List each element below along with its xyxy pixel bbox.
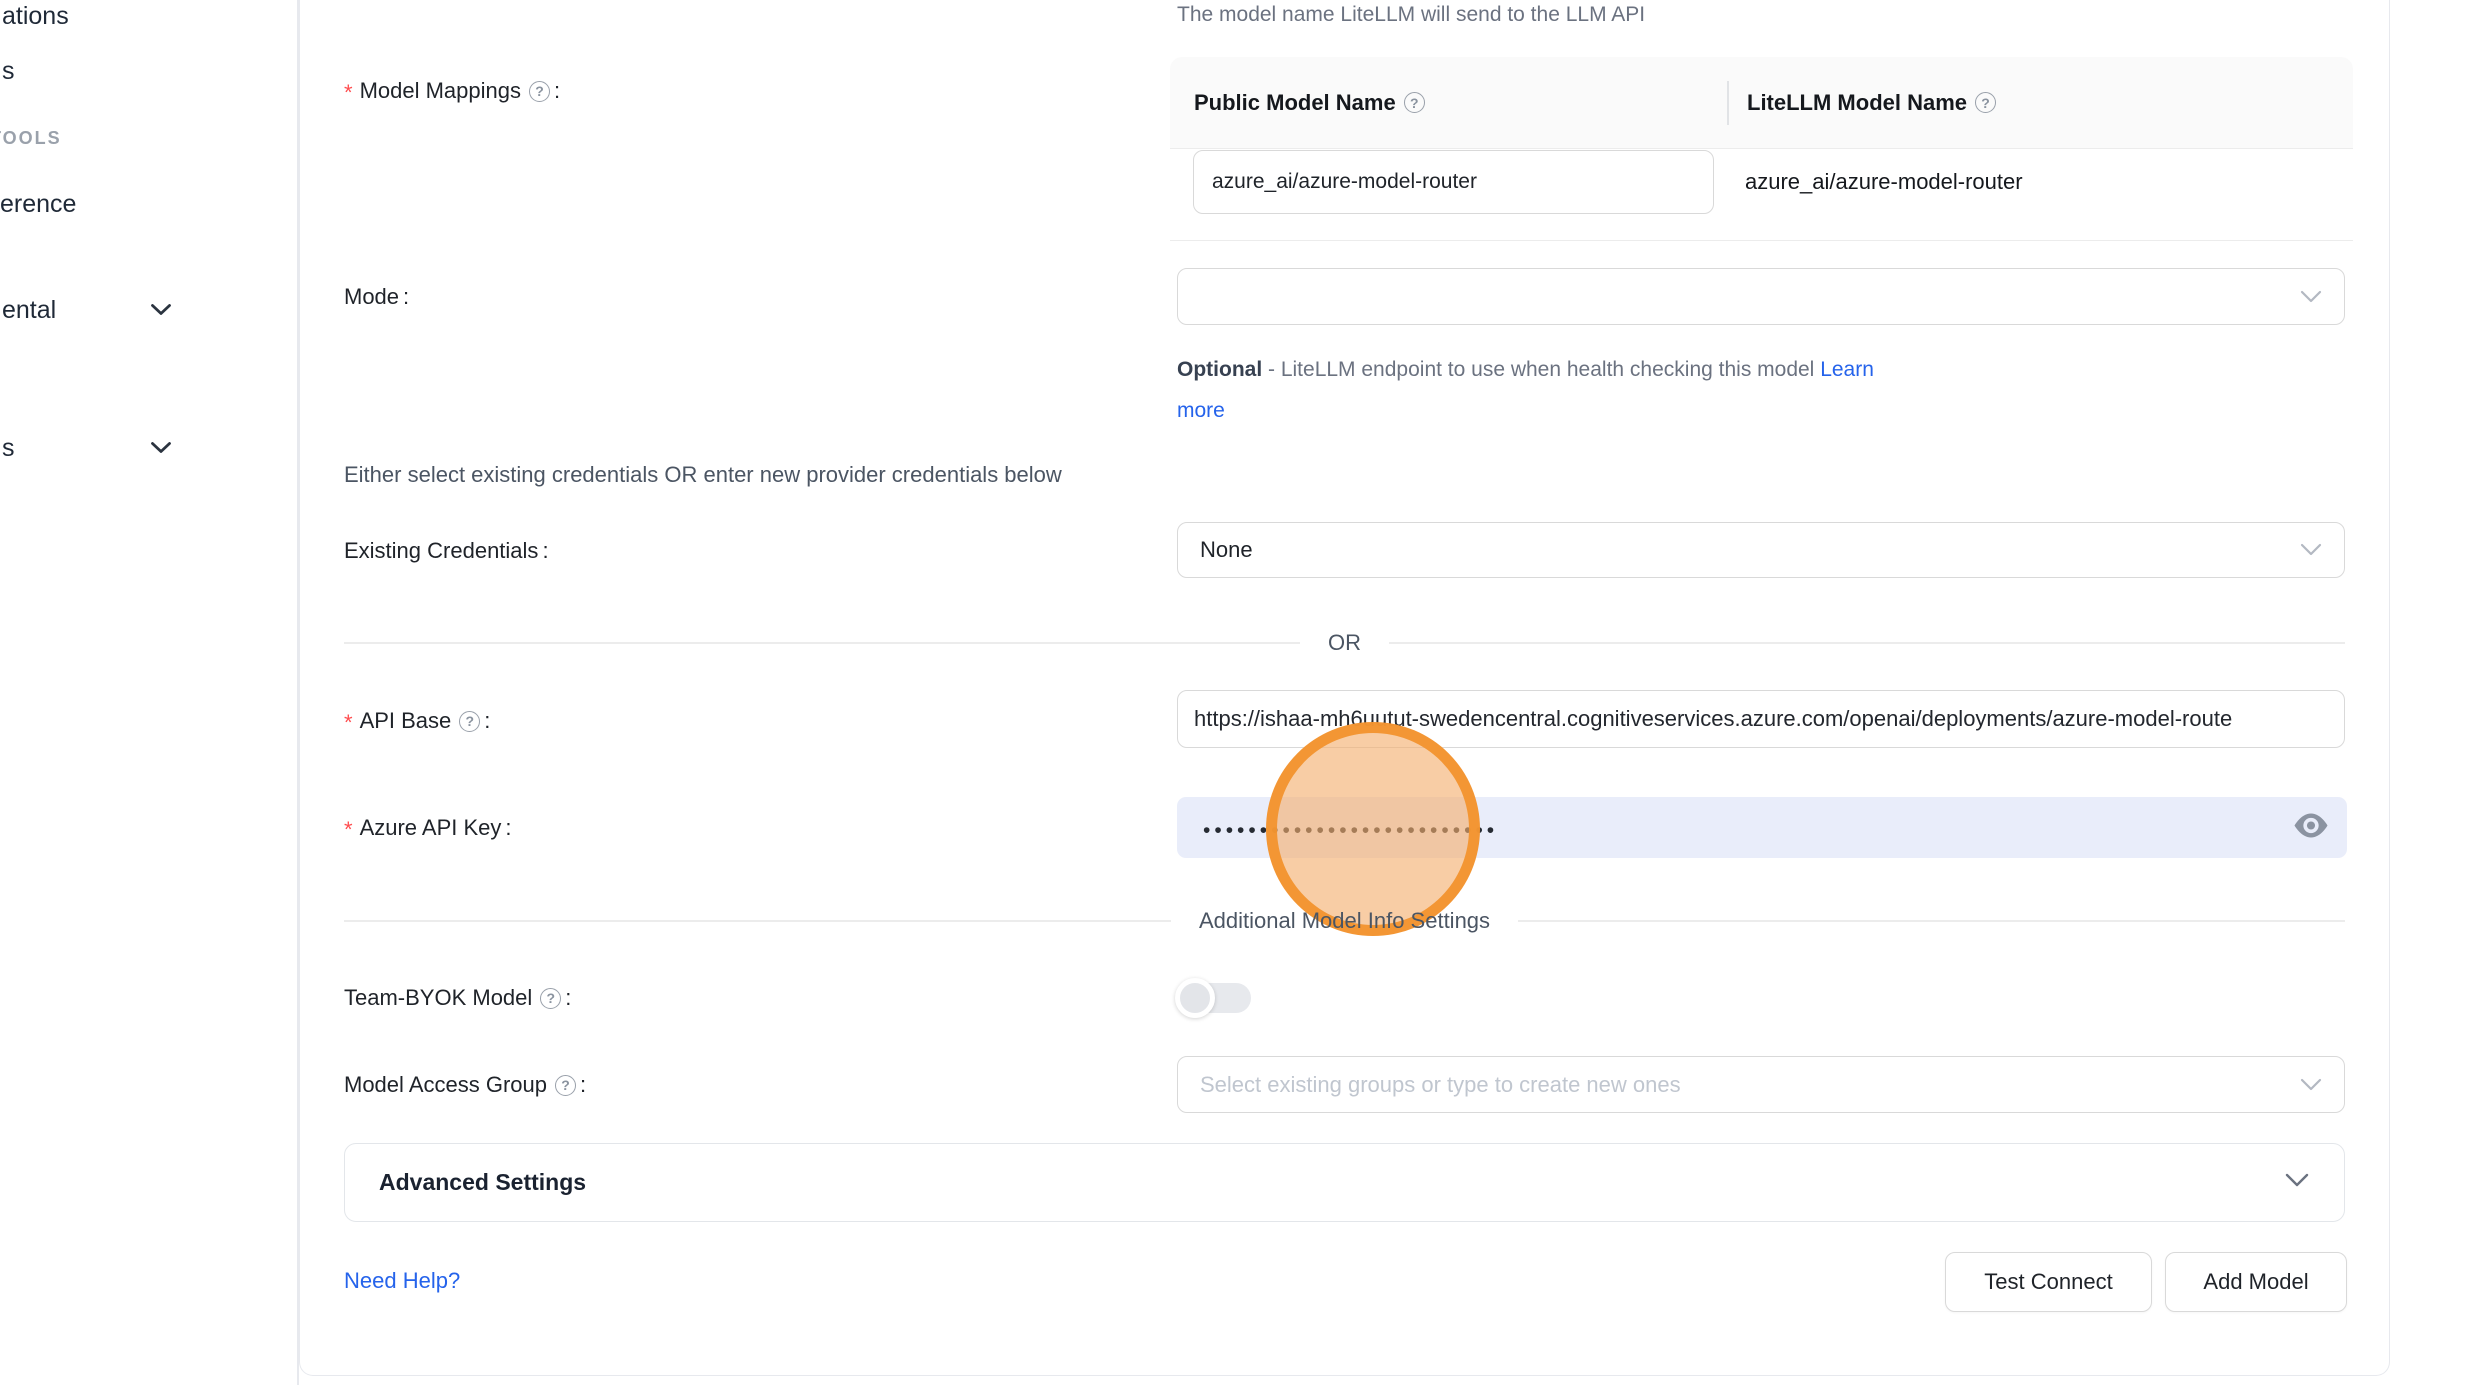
model-access-group-label: Model Access Group ? : bbox=[344, 1072, 586, 1098]
credentials-note: Either select existing credentials OR en… bbox=[344, 462, 1062, 488]
sidebar-item-inference[interactable]: erence bbox=[0, 190, 76, 219]
public-model-name-input[interactable]: azure_ai/azure-model-router bbox=[1193, 150, 1714, 214]
masked-password-value: •••••••••••••••••••••••••• bbox=[1203, 813, 1498, 843]
api-base-input[interactable]: https://ishaa-mh6uutut-swedencentral.cog… bbox=[1177, 690, 2345, 748]
eye-icon[interactable] bbox=[2293, 813, 2329, 842]
table-header-row: Public Model Name ? LiteLLM Model Name ? bbox=[1170, 57, 2353, 149]
azure-api-key-label: * Azure API Key : bbox=[344, 813, 512, 843]
required-asterisk: * bbox=[344, 76, 353, 106]
need-help-link[interactable]: Need Help? bbox=[344, 1268, 460, 1294]
model-access-group-select[interactable]: Select existing groups or type to create… bbox=[1177, 1056, 2345, 1113]
sidebar-section-tools: TOOLS bbox=[0, 128, 62, 149]
mode-label: Mode : bbox=[344, 284, 409, 310]
help-circle-icon[interactable]: ? bbox=[540, 988, 561, 1009]
mode-help-text: Optional - LiteLLM endpoint to use when … bbox=[1177, 349, 1997, 431]
azure-api-key-input[interactable]: •••••••••••••••••••••••••• bbox=[1177, 797, 2347, 858]
required-asterisk: * bbox=[344, 813, 353, 843]
table-bottom-border bbox=[1170, 240, 2353, 242]
chevron-down-icon bbox=[2300, 284, 2322, 310]
additional-settings-divider: Additional Model Info Settings bbox=[344, 906, 2345, 936]
help-circle-icon[interactable]: ? bbox=[1404, 92, 1425, 113]
add-model-button[interactable]: Add Model bbox=[2165, 1252, 2347, 1312]
litellm-model-name-value: azure_ai/azure-model-router bbox=[1745, 150, 2023, 214]
advanced-settings-title: Advanced Settings bbox=[379, 1169, 586, 1196]
column-header-litellm-model-name: LiteLLM Model Name ? bbox=[1727, 90, 1996, 116]
team-byok-label: Team-BYOK Model ? : bbox=[344, 985, 571, 1011]
or-divider-text: OR bbox=[1300, 630, 1389, 656]
sidebar-item-experimental[interactable]: ental bbox=[2, 296, 56, 325]
chevron-down-icon bbox=[2284, 1172, 2310, 1193]
additional-settings-divider-text: Additional Model Info Settings bbox=[1171, 908, 1518, 934]
chevron-down-icon[interactable] bbox=[150, 303, 172, 322]
sidebar-item-settings[interactable]: s bbox=[2, 434, 15, 463]
column-divider bbox=[1727, 81, 1729, 125]
help-circle-icon[interactable]: ? bbox=[459, 711, 480, 732]
existing-credentials-select[interactable]: None bbox=[1177, 522, 2345, 578]
help-circle-icon[interactable]: ? bbox=[529, 81, 550, 102]
required-asterisk: * bbox=[344, 706, 353, 736]
advanced-settings-panel[interactable]: Advanced Settings bbox=[344, 1143, 2345, 1222]
or-divider: OR bbox=[344, 629, 2345, 657]
add-model-page: ations s TOOLS erence ental s The model … bbox=[0, 0, 2477, 1385]
chevron-down-icon bbox=[2300, 537, 2322, 563]
column-header-public-model-name: Public Model Name ? bbox=[1170, 90, 1727, 116]
existing-credentials-label: Existing Credentials : bbox=[344, 538, 549, 564]
mode-select[interactable] bbox=[1177, 268, 2345, 325]
select-placeholder: Select existing groups or type to create… bbox=[1200, 1072, 1681, 1098]
help-circle-icon[interactable]: ? bbox=[1975, 92, 1996, 113]
sidebar-item-organizations[interactable]: ations bbox=[2, 2, 69, 31]
toggle-handle bbox=[1175, 978, 1215, 1018]
help-circle-icon[interactable]: ? bbox=[555, 1075, 576, 1096]
chevron-down-icon[interactable] bbox=[150, 441, 172, 460]
model-name-hint: The model name LiteLLM will send to the … bbox=[1177, 3, 1645, 27]
api-base-label: * API Base ? : bbox=[344, 706, 490, 736]
model-mappings-label: * Model Mappings ? : bbox=[344, 76, 560, 106]
sidebar-item[interactable]: s bbox=[2, 57, 15, 86]
chevron-down-icon bbox=[2300, 1072, 2322, 1098]
model-mappings-table: Public Model Name ? LiteLLM Model Name ?… bbox=[1170, 57, 2353, 241]
test-connect-button[interactable]: Test Connect bbox=[1945, 1252, 2152, 1312]
